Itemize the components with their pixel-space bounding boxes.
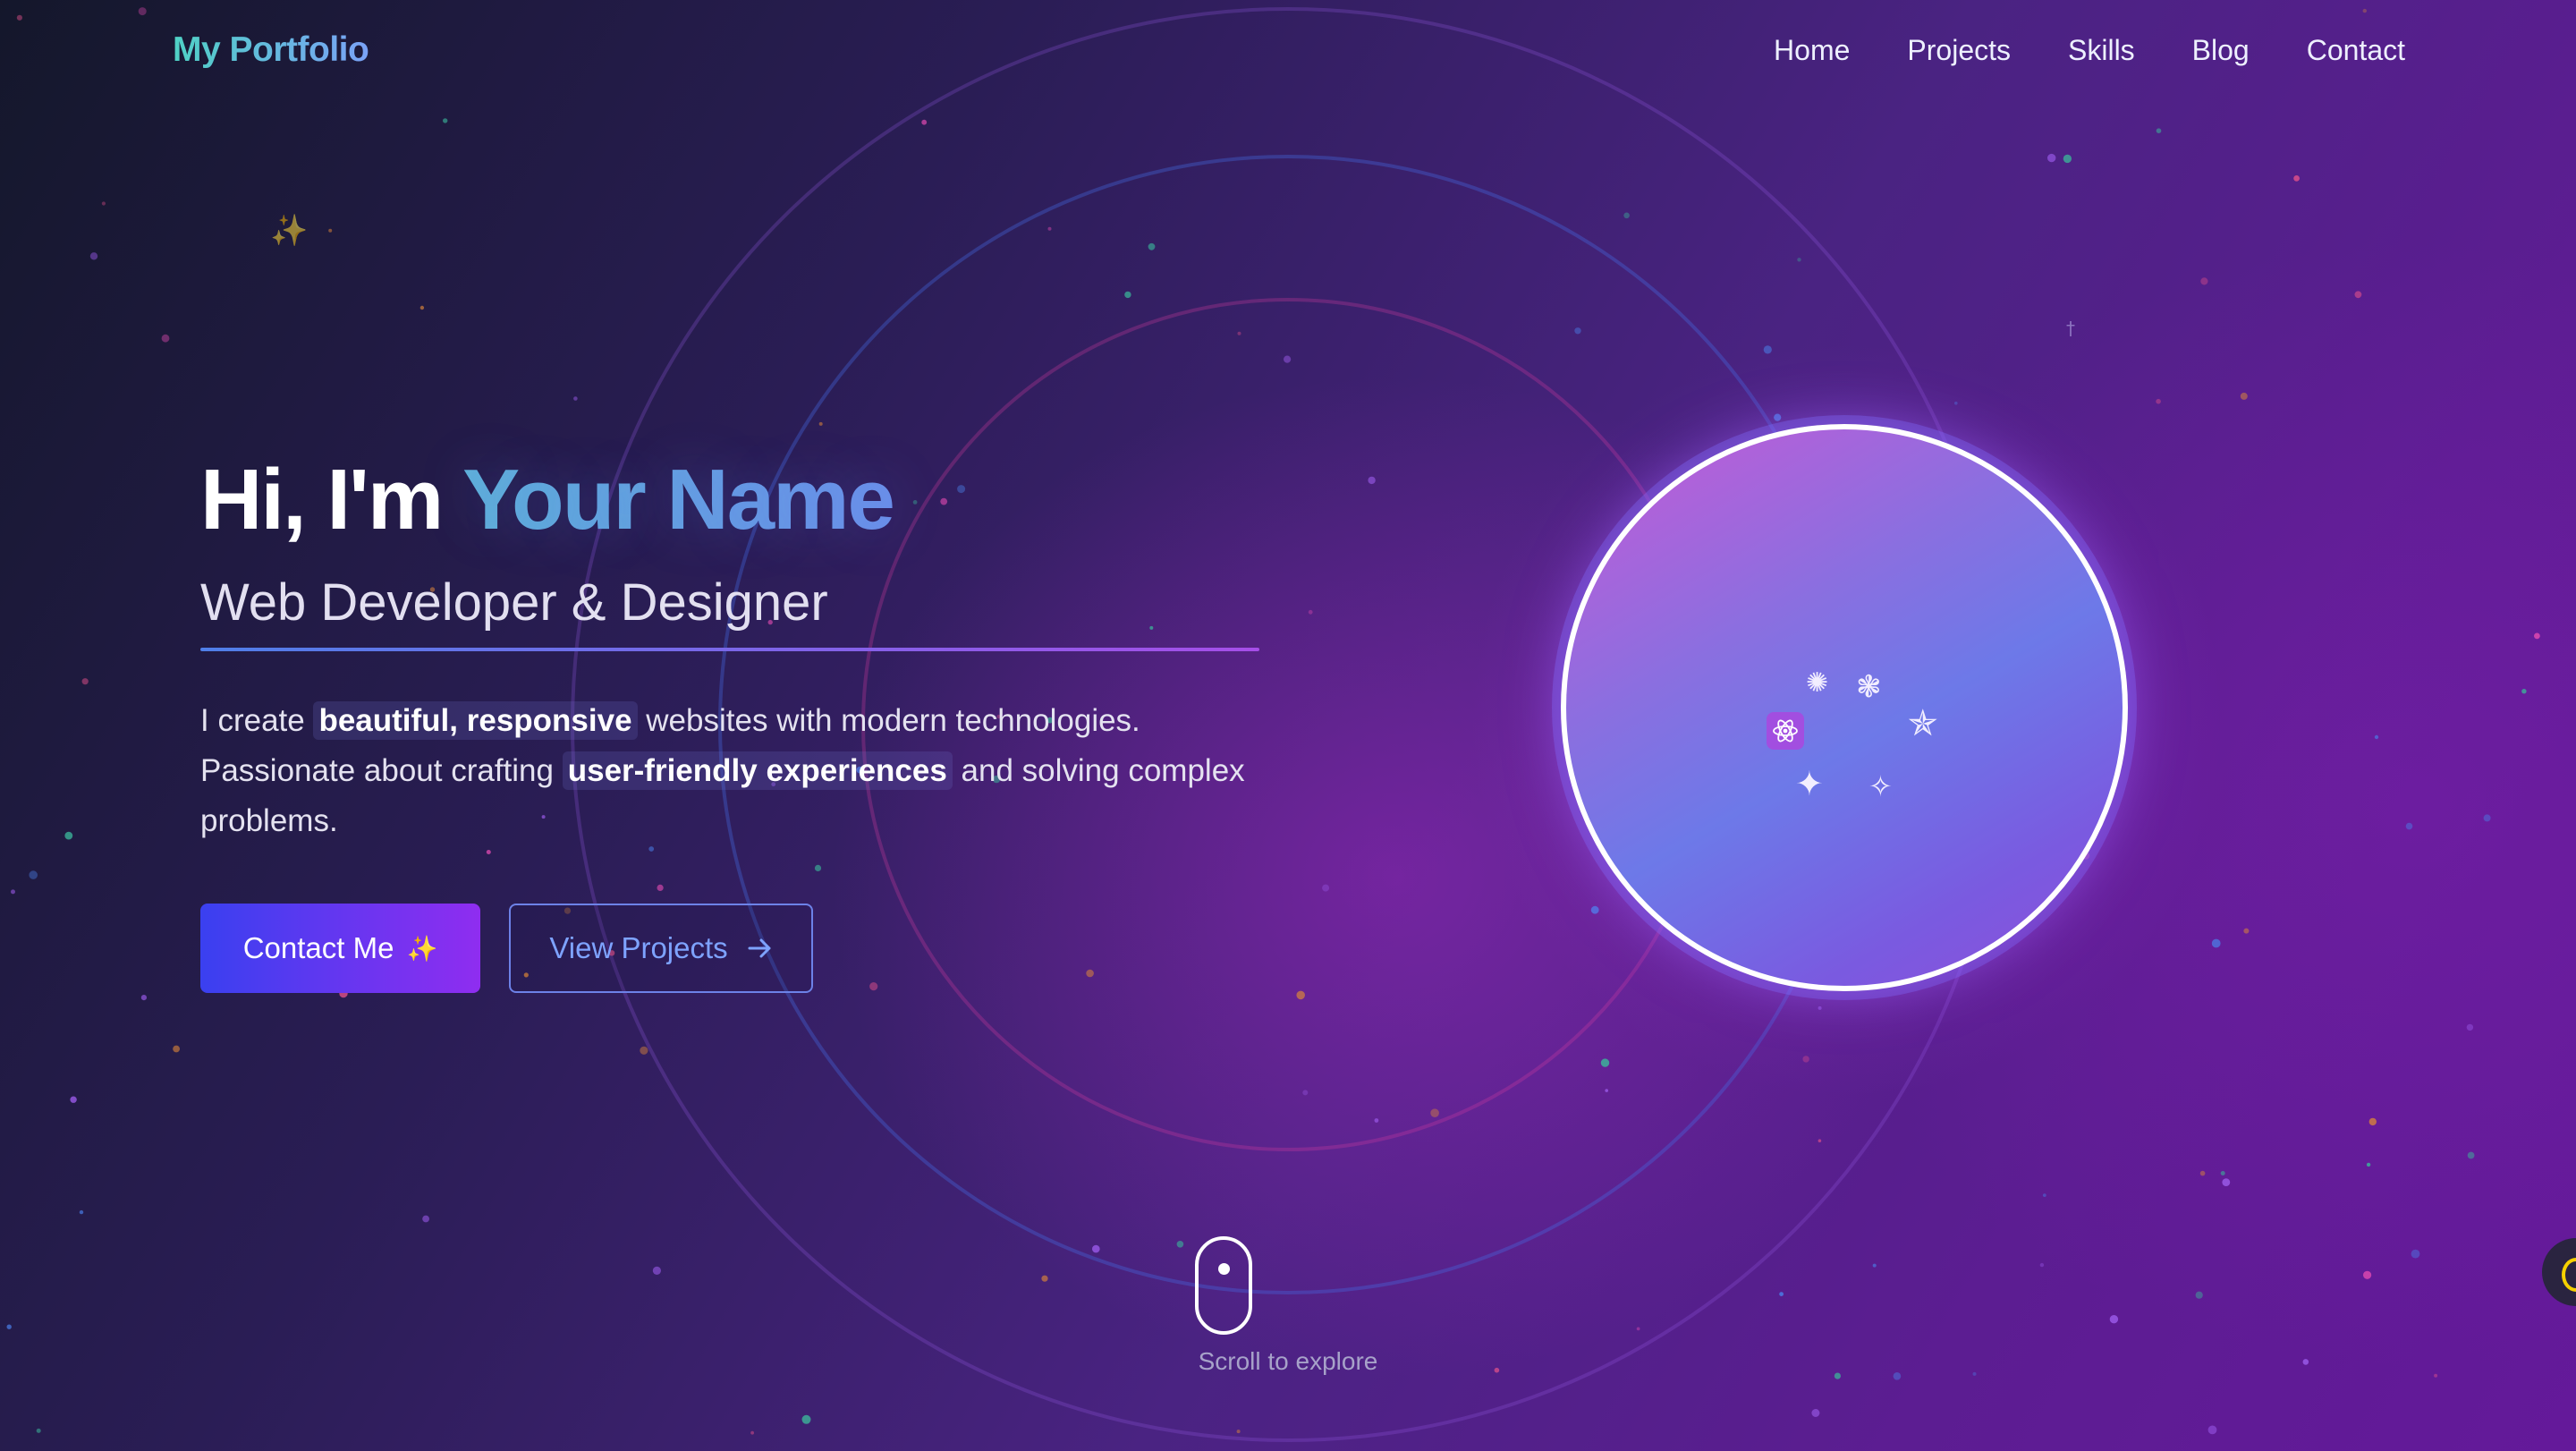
hero-greeting: Hi, I'm	[200, 452, 463, 547]
nav-link-home[interactable]: Home	[1774, 34, 1850, 67]
main-nav: Home Projects Skills Blog Contact	[1774, 34, 2405, 67]
dagger-icon: †	[2066, 318, 2075, 339]
atom-icon	[1767, 712, 1804, 750]
nav-link-skills[interactable]: Skills	[2068, 34, 2135, 67]
hero-divider	[200, 648, 1259, 651]
contact-me-label: Contact Me	[242, 931, 394, 964]
view-projects-button[interactable]: View Projects	[509, 904, 813, 993]
brand-logo[interactable]: My Portfolio	[173, 30, 369, 70]
desc-text: I create	[200, 703, 314, 738]
sun-icon: ✺	[1806, 667, 1829, 699]
view-projects-label: View Projects	[549, 931, 728, 964]
moon-icon	[2562, 1258, 2576, 1292]
star-icon: ✯	[1908, 703, 1938, 744]
sparkles-icon: ✨	[406, 933, 438, 963]
arrow-right-icon	[748, 938, 771, 958]
hero-title: Hi, I'm Your Name	[200, 451, 895, 549]
desc-highlight: user-friendly experiences	[562, 751, 953, 790]
contact-me-button[interactable]: Contact Me ✨	[200, 904, 480, 993]
desc-highlight: beautiful, responsive	[313, 701, 638, 740]
nav-link-projects[interactable]: Projects	[1907, 34, 2011, 67]
hero-subtitle: Web Developer & Designer	[200, 573, 828, 632]
scroll-hint: Scroll to explore	[1198, 1347, 1378, 1375]
sparkle-outline-icon: ✧	[1868, 769, 1893, 803]
hero-description: I create beautiful, responsive websites …	[200, 696, 1301, 846]
mouse-wheel-dot	[1218, 1263, 1230, 1275]
snowflake-icon: ❃	[1856, 669, 1882, 705]
avatar: ✺ ❃ ✯ ✦ ✧	[1561, 424, 2128, 991]
nav-link-blog[interactable]: Blog	[2192, 34, 2250, 67]
nav-link-contact[interactable]: Contact	[2307, 34, 2405, 67]
sparkle-icon: ✨	[270, 213, 309, 249]
hero-name: Your Name	[462, 452, 895, 547]
scroll-mouse-icon[interactable]	[1195, 1236, 1252, 1335]
sparkle-icon: ✦	[1795, 764, 1824, 803]
